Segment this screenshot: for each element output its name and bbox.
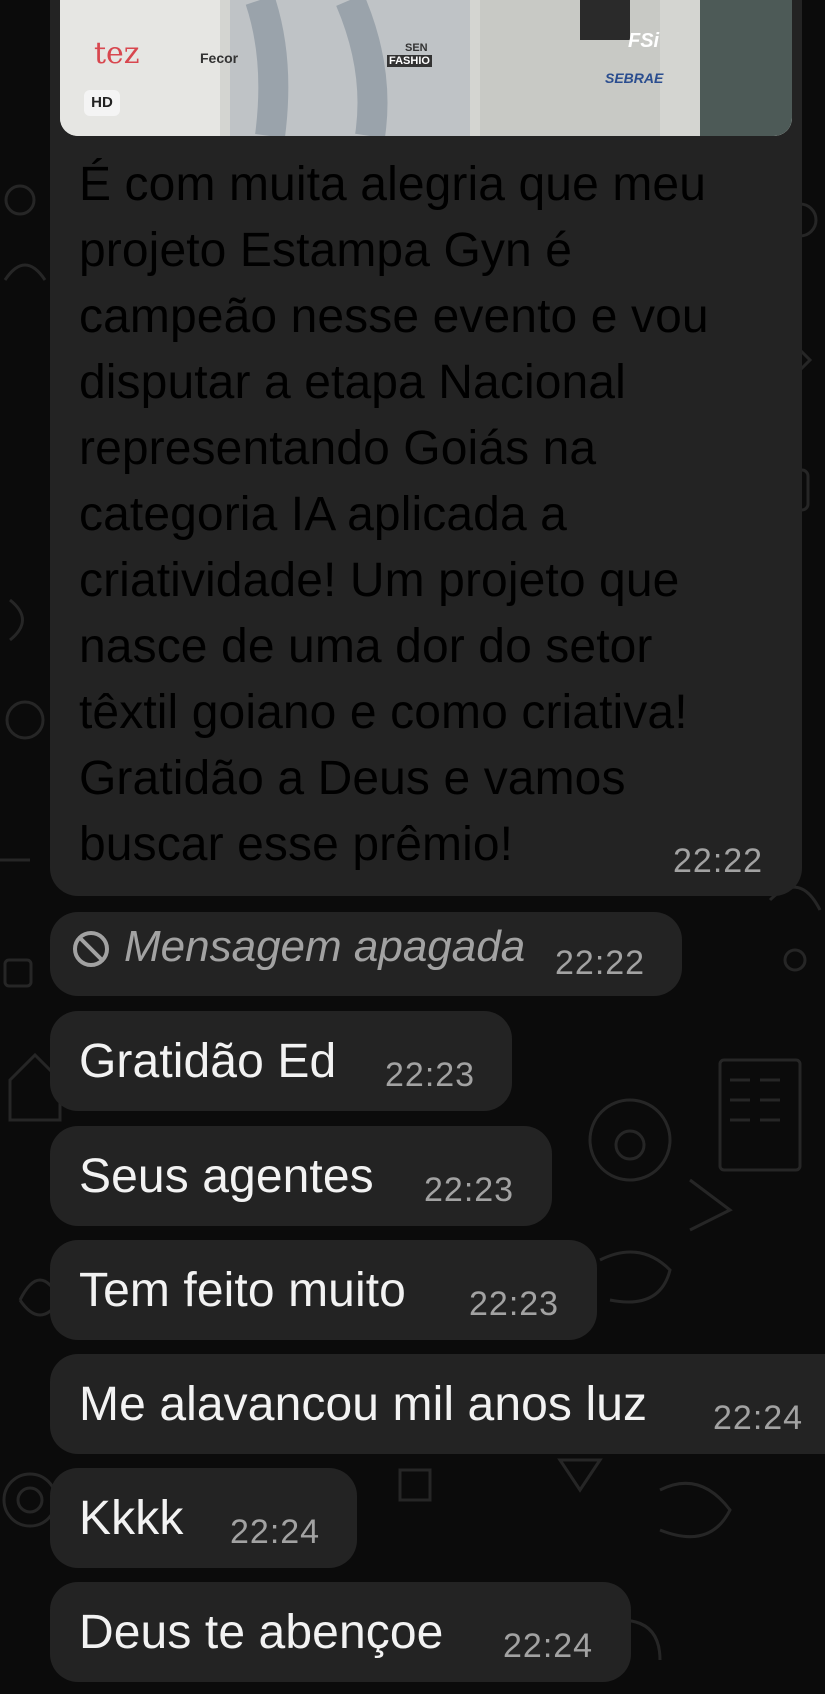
message-bubble[interactable]: Tem feito muito 22:23 bbox=[50, 1240, 597, 1340]
message-text: Gratidão Ed bbox=[79, 1035, 337, 1088]
message-bubble[interactable]: Kkkk 22:24 bbox=[50, 1468, 357, 1568]
message-timestamp: 22:22 bbox=[673, 842, 764, 880]
message-text: Tem feito muito bbox=[79, 1264, 406, 1317]
sponsor-logo-fashion: FASHIO bbox=[387, 55, 432, 67]
event-photo-image bbox=[60, 0, 792, 136]
sponsor-logo-fecor: Fecor bbox=[200, 50, 239, 66]
deleted-message-bubble[interactable]: Mensagem apagada 22:22 bbox=[50, 912, 682, 996]
caption-line: representando Goiás na bbox=[79, 422, 597, 475]
message-text: Kkkk bbox=[79, 1492, 184, 1545]
caption-line: disputar a etapa Nacional bbox=[79, 356, 626, 409]
caption-line: nasce de uma dor do setor bbox=[79, 620, 653, 673]
caption-line: campeão nesse evento e vou bbox=[79, 290, 709, 343]
message-timestamp: 22:23 bbox=[385, 1056, 476, 1094]
hd-badge: HD bbox=[84, 90, 120, 116]
prohibited-icon bbox=[73, 931, 109, 967]
message-text: Deus te abençoe bbox=[79, 1606, 444, 1659]
message-bubble[interactable]: Gratidão Ed 22:23 bbox=[50, 1011, 512, 1111]
sponsor-logo-fsi: FSi bbox=[628, 30, 660, 52]
caption-line: Gratidão a Deus e vamos bbox=[79, 752, 626, 805]
caption-line: têxtil goiano e como criativa! bbox=[79, 686, 688, 739]
message-timestamp: 22:22 bbox=[555, 944, 646, 982]
sponsor-logo-sebrae: SEBRAE bbox=[605, 70, 664, 86]
message-timestamp: 22:24 bbox=[713, 1399, 804, 1437]
message-timestamp: 22:24 bbox=[230, 1513, 321, 1551]
message-timestamp: 22:23 bbox=[469, 1285, 560, 1323]
message-bubble[interactable]: Seus agentes 22:23 bbox=[50, 1126, 552, 1226]
caption-line: buscar esse prêmio! bbox=[79, 818, 514, 871]
caption-line: categoria IA aplicada a bbox=[79, 488, 567, 541]
message-bubble[interactable]: Me alavancou mil anos luz 22:24 bbox=[50, 1354, 825, 1454]
sponsor-logo-tez: tez bbox=[94, 36, 140, 71]
message-text: Seus agentes bbox=[79, 1150, 374, 1203]
message-text: Me alavancou mil anos luz bbox=[79, 1378, 648, 1431]
caption-line: projeto Estampa Gyn é bbox=[79, 224, 573, 277]
message-bubble[interactable]: Deus te abençoe 22:24 bbox=[50, 1582, 631, 1682]
sponsor-logo-sen: SEN bbox=[405, 42, 428, 54]
event-photo[interactable]: tez Fecor SEN FASHIO FSi SEBRAE HD bbox=[60, 0, 792, 136]
message-timestamp: 22:24 bbox=[503, 1627, 594, 1665]
caption-line: É com muita alegria que meu bbox=[79, 158, 707, 211]
message-timestamp: 22:23 bbox=[424, 1171, 515, 1209]
deleted-message-text: Mensagem apagada bbox=[124, 922, 526, 971]
caption-line: criatividade! Um projeto que bbox=[79, 554, 680, 607]
